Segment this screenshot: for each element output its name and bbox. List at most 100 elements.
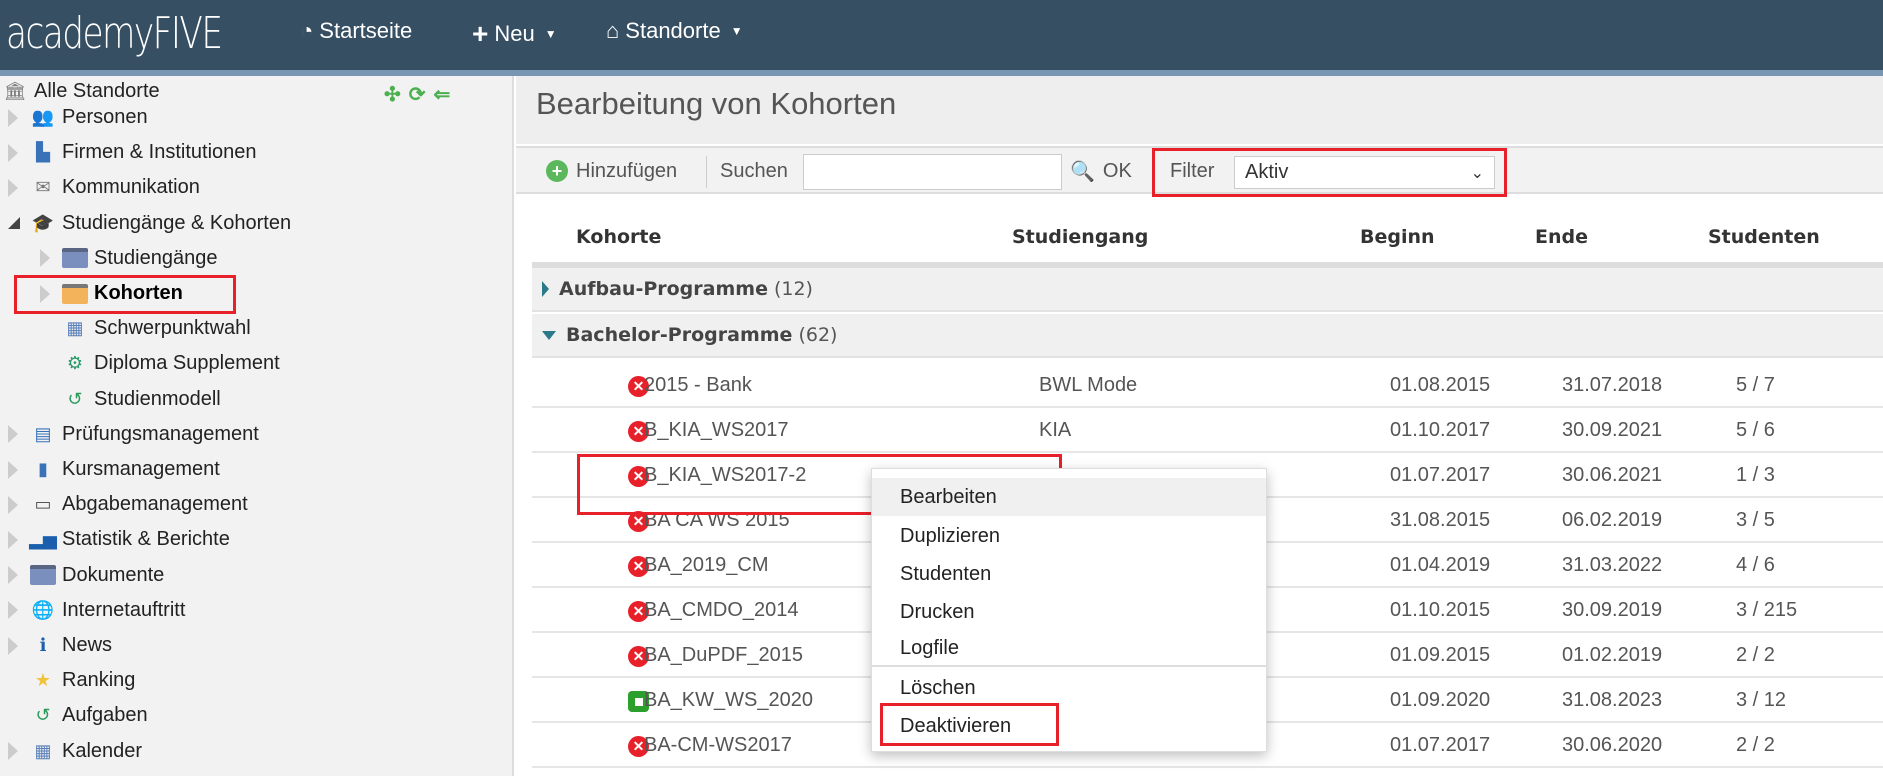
cell-ende: 06.02.2019: [1562, 509, 1663, 531]
expand-triangle-icon[interactable]: [8, 495, 18, 514]
sidebar-item-label: Diploma Supplement: [94, 352, 280, 375]
sidebar-item-firmen-institutionen[interactable]: ▙ Firmen & Institutionen: [8, 135, 257, 170]
group-bachelor[interactable]: Bachelor-Programme (62): [532, 314, 1883, 358]
expanded-triangle-icon[interactable]: [8, 217, 20, 230]
sidebar-item-label: Studiengänge: [94, 246, 218, 269]
cell-beginn: 01.09.2015: [1390, 644, 1491, 666]
sidebar-item-internetauftritt[interactable]: 🌐 Internetauftritt: [8, 593, 185, 628]
expand-triangle-icon[interactable]: [8, 178, 18, 197]
menu-item-deaktivieren[interactable]: Deaktivieren: [872, 707, 1266, 745]
cell-ende: 30.09.2019: [1562, 599, 1663, 621]
sidebar-item-prüfungsmanagement[interactable]: ▤ Prüfungsmanagement: [8, 417, 259, 452]
cell-beginn: 01.10.2015: [1390, 599, 1491, 621]
cell-beginn: 01.07.2017: [1390, 734, 1491, 756]
sidebar-item-label: Kommunikation: [62, 176, 200, 199]
cell-kohorte: BA_KW_WS_2020: [644, 689, 813, 711]
cell-kohorte: BA_DuPDF_2015: [644, 644, 803, 666]
envelope-icon: ✉: [35, 177, 51, 198]
folder-icon: [62, 282, 88, 306]
group-aufbau[interactable]: Aufbau-Programme (12): [532, 268, 1883, 312]
toolbar: + Hinzufügen Suchen 🔍 OK Filter Aktiv ⌄: [516, 146, 1883, 194]
menu-item-bearbeiten[interactable]: Bearbeiten: [872, 478, 1266, 516]
sidebar-item-studiengänge-kohorten[interactable]: 🎓 Studiengänge & Kohorten: [8, 206, 291, 241]
sidebar-item-news[interactable]: ℹ News: [8, 628, 112, 663]
sidebar-item-kommunikation[interactable]: ✉ Kommunikation: [8, 170, 200, 205]
history-icon: ↺: [35, 705, 51, 726]
home-icon: ⌂: [606, 18, 620, 43]
sidebar-tools: ✣ ⟳ ⇐: [384, 82, 450, 107]
caret-down-icon: ▼: [544, 27, 557, 41]
graduation-icon: 🎓: [31, 212, 55, 233]
nav-standorte[interactable]: ⌂ Standorte ▼: [606, 18, 743, 44]
cell-beginn: 01.08.2015: [1390, 374, 1491, 396]
cell-studenten: 5 / 6: [1736, 419, 1775, 441]
collapse-icon[interactable]: ✣: [384, 82, 401, 107]
sidebar-item-dokumente[interactable]: Dokumente: [8, 558, 164, 593]
sidebar-item-label: Firmen & Institutionen: [62, 141, 257, 164]
sidebar-item-label: Studiengänge & Kohorten: [62, 211, 292, 234]
filter-select[interactable]: Aktiv ⌄: [1234, 156, 1495, 189]
sidebar-item-label: News: [62, 634, 113, 656]
sidebar-item-statistik-berichte[interactable]: ▂▅ Statistik & Berichte: [8, 522, 230, 557]
cell-beginn: 01.07.2017: [1390, 464, 1491, 486]
top-navbar: academyFIVE ◔ Startseite + Neu ▼ ⌂ Standorte…: [0, 0, 1883, 70]
search-input[interactable]: [803, 154, 1062, 190]
sidebar-item-schwerpunktwahl[interactable]: ▦ Schwerpunktwahl: [40, 311, 251, 346]
sidebar-item-studiengänge[interactable]: Studiengänge: [40, 241, 217, 276]
menu-item-logfile[interactable]: Logfile: [872, 629, 1266, 667]
logo[interactable]: academyFIVE: [6, 8, 223, 59]
expand-triangle-icon[interactable]: [8, 601, 18, 620]
expand-triangle-icon[interactable]: [40, 284, 50, 303]
sidebar-item-studienmodell[interactable]: ↺ Studienmodell: [40, 382, 221, 417]
dashboard-icon: ◔: [300, 18, 314, 43]
expand-triangle-icon[interactable]: [8, 742, 18, 761]
col-kohorte[interactable]: Kohorte: [576, 226, 661, 248]
sidebar-item-label: Studienmodell: [94, 387, 221, 410]
cell-kohorte: B_KIA_WS2017-2: [644, 464, 807, 486]
ok-button[interactable]: 🔍 OK: [1070, 148, 1132, 194]
sidebar-item-aufgaben[interactable]: ↺ Aufgaben: [8, 698, 147, 733]
sidebar-item-kursmanagement[interactable]: ▮ Kursmanagement: [8, 452, 220, 487]
expand-triangle-icon[interactable]: [8, 108, 18, 127]
sidebar-item-label: Dokumente: [62, 563, 165, 586]
sidebar-item-abgabemanagement[interactable]: ▭ Abgabemanagement: [8, 487, 248, 522]
sidebar-item-kalender[interactable]: ▦ Kalender: [8, 734, 142, 769]
nav-neu[interactable]: + Neu ▼: [472, 18, 557, 50]
table-row[interactable]: ✕ 2015 - Bank BWL Mode 01.08.2015 31.07.2018…: [532, 363, 1883, 408]
expand-triangle-icon[interactable]: [8, 425, 18, 444]
sidebar-item-ranking[interactable]: ★ Ranking: [8, 663, 135, 698]
col-studiengang[interactable]: Studiengang: [1012, 226, 1148, 248]
bar-chart-icon: ▂▅: [29, 529, 57, 550]
arrow-left-icon[interactable]: ⇐: [434, 82, 451, 107]
expand-triangle-icon[interactable]: [8, 460, 18, 479]
history-icon: ↺: [67, 388, 83, 409]
menu-item-duplizieren[interactable]: Duplizieren: [872, 517, 1266, 555]
cell-ende: 30.06.2020: [1562, 734, 1663, 756]
cell-studenten: 2 / 2: [1736, 734, 1775, 756]
sidebar-item-personen[interactable]: 👥 Personen: [8, 100, 148, 135]
expand-triangle-icon[interactable]: [8, 530, 18, 549]
sidebar-item-diploma-supplement[interactable]: ⚙ Diploma Supplement: [40, 346, 280, 381]
col-beginn[interactable]: Beginn: [1360, 226, 1435, 248]
cell-studiengang: BWL Mode: [1039, 374, 1138, 396]
sidebar-item-kohorten[interactable]: Kohorten: [40, 276, 183, 311]
expand-triangle-icon[interactable]: [8, 566, 18, 585]
col-ende[interactable]: Ende: [1535, 226, 1588, 248]
nav-startseite[interactable]: ◔ Startseite: [300, 18, 412, 44]
id-card-icon: ▭: [34, 494, 52, 515]
add-button[interactable]: + Hinzufügen: [546, 148, 677, 194]
menu-item-loeschen[interactable]: Löschen: [872, 669, 1266, 707]
menu-item-studenten[interactable]: Studenten: [872, 555, 1266, 593]
page-title: Bearbeitung von Kohorten: [536, 86, 897, 121]
expand-triangle-icon[interactable]: [40, 249, 50, 268]
sidebar-item-label: Kohorten: [94, 282, 183, 304]
cell-ende: 31.03.2022: [1562, 554, 1663, 576]
expand-triangle-icon[interactable]: [8, 143, 18, 162]
sidebar-item-label: Schwerpunktwahl: [94, 317, 251, 340]
expand-triangle-icon[interactable]: [8, 636, 18, 655]
refresh-icon[interactable]: ⟳: [409, 82, 426, 107]
menu-item-drucken[interactable]: Drucken: [872, 593, 1266, 631]
table-row[interactable]: ✕ B_KIA_WS2017 KIA 01.10.2017 30.09.2021 5 / …: [532, 408, 1883, 453]
col-studenten[interactable]: Studenten: [1708, 226, 1820, 248]
context-menu: Bearbeiten Duplizieren Studenten Drucken Log…: [871, 468, 1267, 752]
